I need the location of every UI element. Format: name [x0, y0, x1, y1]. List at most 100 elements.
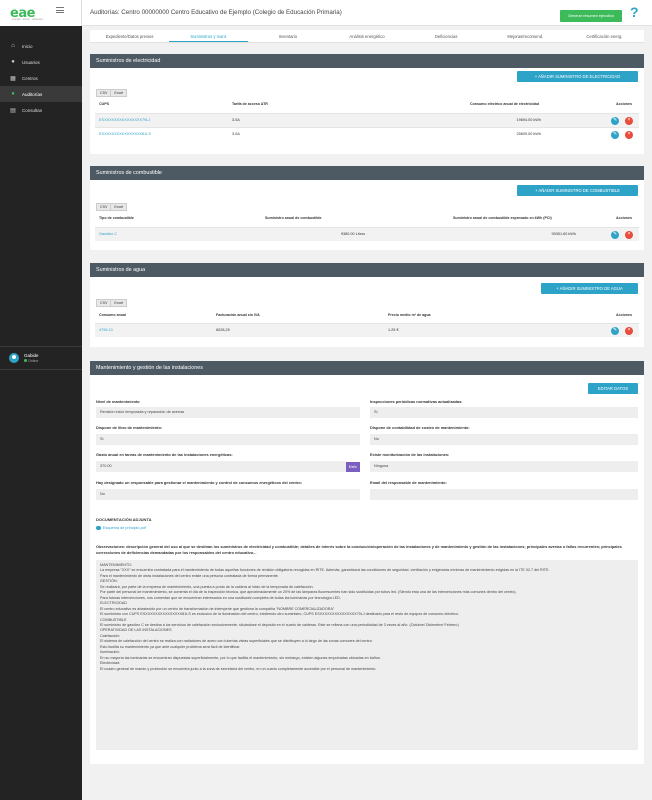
field-label: Email del responsable de mantenimiento:: [370, 480, 447, 485]
monitorizacion-value: Ninguna: [370, 461, 638, 472]
edit-data-button[interactable]: EDITAR DATOS: [588, 383, 638, 394]
sidebar-item-label: Usuarios: [22, 59, 40, 65]
sidebar: eae energía · ahorro · eficiencia ⌂ Inic…: [0, 0, 82, 800]
tab-deficiencias[interactable]: Deficiencias: [407, 30, 486, 42]
home-icon: ⌂: [11, 43, 15, 49]
building-icon: ▦: [10, 75, 16, 82]
attached-doc-link[interactable]: Esquema de principio.pdf: [96, 526, 146, 530]
fuel-panel: Suministros de combustible + AÑADIR SUMI…: [90, 166, 644, 250]
sidebar-item-label: Centros: [22, 75, 38, 81]
delete-icon[interactable]: ×: [625, 130, 633, 139]
tarifa-cell: 3.0A: [232, 118, 240, 122]
excel-button[interactable]: Excel: [110, 203, 128, 211]
delete-icon[interactable]: ×: [625, 230, 633, 239]
user-name: Gabide: [24, 353, 39, 358]
facturacion-cell: 6028,25: [216, 328, 230, 332]
table-row: ESXXXXXXXXXXXXXXX81LS 3.0A 25609.00 kWh …: [95, 127, 639, 141]
edit-icon[interactable]: ✎: [611, 116, 619, 125]
inspecciones-value: Sí: [370, 407, 638, 418]
tab-inventario[interactable]: Inventario: [248, 30, 327, 42]
column-header: CUPS: [99, 102, 109, 106]
cups-link[interactable]: ESXXXXXXXXXXXXXXX79LJ: [99, 118, 150, 122]
tab-analisis[interactable]: Análisis energético: [327, 30, 406, 42]
column-header: Acciones: [616, 216, 632, 220]
precio-cell: 1.25 €: [388, 328, 399, 332]
field-label: Gasto anual en tareas de mantenimiento d…: [96, 452, 233, 457]
tab-certificacion[interactable]: Certificación energ.: [565, 30, 644, 42]
panel-title: Suministros de combustible: [90, 166, 644, 180]
email-responsable-value: [370, 489, 638, 500]
generate-summary-button[interactable]: Generar resumen ejecutivo: [560, 10, 622, 22]
sidebar-item-centros[interactable]: ▦ Centros: [0, 70, 82, 86]
water-panel: Suministros de agua + AÑADIR SUMINISTRO …: [90, 263, 644, 347]
suministro-cell: 9380.00 Litros: [340, 232, 365, 236]
csv-button[interactable]: CSV: [96, 299, 112, 307]
excel-button[interactable]: Excel: [110, 89, 128, 97]
delete-icon[interactable]: ×: [625, 326, 633, 335]
logo-subtitle: energía · ahorro · eficiencia: [12, 18, 43, 21]
user-panel[interactable]: Gabide Online: [0, 346, 82, 370]
panel-title: Mantenimiento y gestión de las instalaci…: [90, 361, 644, 375]
tab-expediente[interactable]: Expediente/Datos previos: [90, 30, 169, 42]
field-label: Dispone de contabilidad de costes de man…: [370, 425, 470, 430]
edit-icon[interactable]: ✎: [611, 130, 619, 139]
add-electricity-button[interactable]: + AÑADIR SUMINISTRO DE ELECTRICIDAD: [517, 71, 638, 82]
electricity-panel: Suministros de electricidad + AÑADIR SUM…: [90, 54, 644, 154]
sidebar-item-usuarios[interactable]: ● Usuarios: [0, 54, 82, 70]
fuel-type-link[interactable]: Gasóleo C: [99, 232, 117, 236]
column-header: Consumo eléctrico anual de electricidad: [470, 102, 539, 106]
sidebar-item-consultas[interactable]: ▤ Consultas: [0, 102, 82, 118]
column-header: Precio medio m³ de agua: [388, 313, 431, 317]
water-consumo-link[interactable]: 4796.10: [99, 328, 113, 332]
cloud-download-icon: [96, 526, 101, 530]
sidebar-item-inicio[interactable]: ⌂ Inicio: [0, 38, 82, 54]
sidebar-item-label: Auditorías: [22, 91, 43, 97]
tab-mejoras[interactable]: Mejoras/recomend.: [486, 30, 565, 42]
contabilidad-costes-value: No: [370, 434, 638, 445]
add-water-button[interactable]: + AÑADIR SUMINISTRO DE AGUA: [541, 283, 638, 294]
sidebar-item-label: Consultas: [22, 107, 43, 113]
logo-area: eae energía · ahorro · eficiencia: [0, 0, 82, 26]
column-header: Tarifa de acceso ATR: [232, 102, 268, 106]
tab-suministros[interactable]: Suministros y mant.: [169, 30, 249, 42]
cups-link[interactable]: ESXXXXXXXXXXXXXXX81LS: [99, 132, 151, 136]
panel-title: Suministros de electricidad: [90, 54, 644, 68]
consumo-cell: 19694.00 kWh: [516, 118, 542, 122]
excel-button[interactable]: Excel: [110, 299, 128, 307]
table-row: 4796.10 6028,25 1.25 € ✎ ×: [95, 323, 639, 337]
audit-tabs: Expediente/Datos previos Suministros y m…: [90, 30, 644, 43]
column-header: Tipo de combustible: [99, 216, 134, 220]
add-fuel-button[interactable]: + AÑADIR SUMINISTRO DE COMBUSTIBLE: [517, 185, 638, 196]
field-label: Hay designado un responsable para gestio…: [96, 480, 303, 485]
column-header: Consumo anual: [99, 313, 126, 317]
responsable-value: No: [96, 489, 360, 500]
csv-button[interactable]: CSV: [96, 89, 112, 97]
unit-badge: €/año: [346, 461, 360, 472]
help-icon[interactable]: ?: [630, 5, 639, 19]
attached-doc-label: Esquema de principio.pdf: [103, 526, 146, 530]
gasto-anual-value: 370.00: [96, 461, 346, 472]
field-label: Existe monitorización de las instalacion…: [370, 452, 450, 457]
delete-icon[interactable]: ×: [625, 116, 633, 125]
page-title: Auditorías: Centro 00000000 Centro Educa…: [90, 9, 342, 16]
users-icon: ●: [11, 59, 15, 65]
panel-title: Suministros de agua: [90, 263, 644, 277]
field-label: Nivel de mantenimiento: [96, 399, 140, 404]
field-label: Dispone de libro de mantenimiento:: [96, 425, 163, 430]
export-buttons: CSV Excel: [96, 203, 128, 211]
avatar: [9, 353, 19, 363]
attached-docs-title: DOCUMENTACIÓN ADJUNTA: [96, 517, 152, 522]
edit-icon[interactable]: ✎: [611, 230, 619, 239]
column-header: Acciones: [616, 313, 632, 317]
table-row: Gasóleo C 9380.00 Litros 95351.60 kWh ✎ …: [95, 227, 639, 241]
sidebar-item-auditorias[interactable]: ● Auditorías: [0, 86, 82, 102]
edit-icon[interactable]: ✎: [611, 326, 619, 335]
user-status: Online: [24, 359, 39, 363]
list-icon: ▤: [10, 107, 16, 114]
menu-toggle-icon[interactable]: [56, 7, 64, 13]
nivel-mantenimiento-value: Revisión inicio temporada y reparación d…: [96, 407, 360, 418]
sidebar-nav: ⌂ Inicio ● Usuarios ▦ Centros ● Auditorí…: [0, 38, 82, 118]
libro-mantenimiento-value: Sí: [96, 434, 360, 445]
obs-line: El cuadro general de mando y protección …: [100, 666, 377, 671]
csv-button[interactable]: CSV: [96, 203, 112, 211]
